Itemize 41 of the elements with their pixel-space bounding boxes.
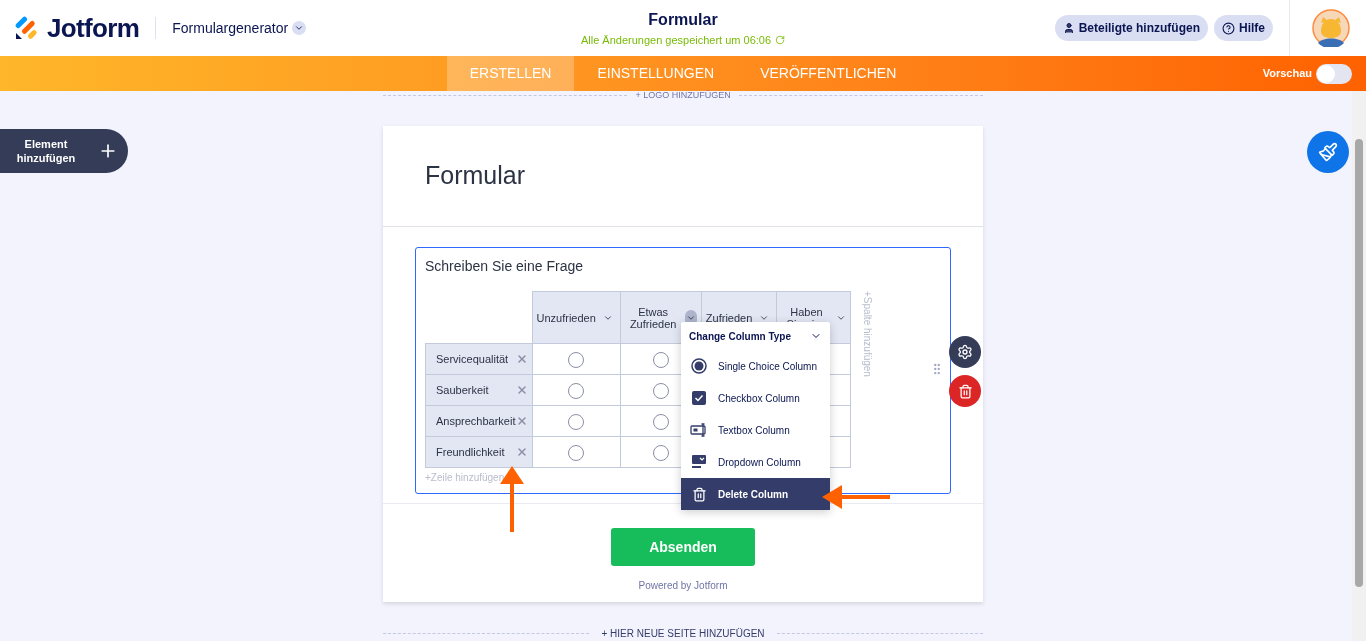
add-participants-button[interactable]: Beteiligte hinzufügen — [1054, 15, 1208, 41]
logo-text: Jotform — [47, 11, 140, 45]
remove-icon[interactable] — [515, 353, 528, 365]
radio-icon — [691, 358, 707, 374]
add-element-button[interactable]: Element hinzufügen — [0, 129, 128, 173]
menu-item[interactable]: Checkbox Column — [681, 382, 830, 414]
form-title: Formular — [648, 9, 718, 30]
powered-by-text: Powered by Jotform — [638, 579, 728, 593]
annotation-arrow — [822, 485, 890, 509]
designer-button[interactable] — [1307, 131, 1349, 173]
paintbrush-icon — [1318, 142, 1338, 162]
user-icon — [1062, 22, 1075, 34]
logo-icon — [15, 16, 39, 40]
menu-title: Change Column Type — [689, 329, 792, 344]
chevron-icon — [294, 23, 305, 33]
remove-icon[interactable] — [515, 415, 528, 427]
trash-icon — [691, 486, 707, 502]
add-logo-link[interactable]: + LOGO HINZUFÜGEN — [627, 90, 739, 100]
preview-toggle[interactable] — [1316, 63, 1352, 84]
help-icon — [1222, 21, 1235, 35]
avatar-icon[interactable] — [1312, 9, 1350, 47]
question-text[interactable]: Schreiben Sie eine Frage — [425, 256, 941, 277]
trash-icon — [957, 383, 973, 399]
menu-item[interactable]: Single Choice Column — [681, 350, 830, 382]
remove-icon[interactable] — [515, 446, 528, 458]
textbox-icon — [690, 422, 708, 438]
menu-item[interactable]: Textbox Column — [681, 414, 830, 446]
remove-icon[interactable] — [515, 384, 528, 396]
checkbox-icon — [691, 390, 707, 406]
settings-icon — [957, 344, 973, 360]
form-heading: Formular — [425, 160, 525, 192]
refresh-icon — [775, 35, 786, 45]
menu-item[interactable]: Delete Column — [681, 478, 830, 510]
save-status: Alle Änderungen gespeichert um 06:06 — [580, 31, 786, 49]
help-button[interactable]: Hilfe — [1214, 15, 1273, 41]
product-dropdown[interactable]: Formulargenerator — [172, 17, 307, 39]
preview-label: Vorschau — [1262, 66, 1312, 82]
column-header[interactable]: Zufrieden — [705, 311, 753, 324]
add-page-link[interactable]: + HIER NEUE SEITE HINZUFÜGEN — [589, 626, 777, 641]
column-header[interactable]: Unzufrieden — [536, 311, 596, 324]
dropdown-icon — [691, 454, 707, 470]
